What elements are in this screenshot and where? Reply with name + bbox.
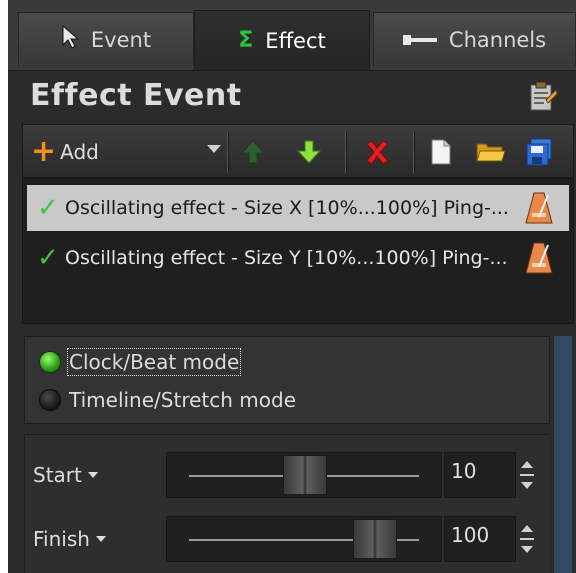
save-disk-icon (526, 138, 552, 166)
add-dropdown-chevron-icon[interactable] (207, 145, 221, 153)
radio-selected-icon (39, 351, 61, 373)
finish-dropdown[interactable]: Finish (33, 527, 106, 551)
add-effect-button[interactable]: + Add (31, 133, 99, 171)
metronome-icon (525, 242, 553, 274)
checkmark-icon: ✓ (37, 193, 59, 223)
effect-label: Oscillating effect - Size X [10%...100%]… (65, 197, 509, 219)
tab-effect[interactable]: Σ Effect (194, 10, 370, 70)
scrollbar[interactable] (554, 336, 572, 573)
effect-label: Oscillating effect - Size Y [10%...100%]… (65, 247, 508, 269)
effect-toolbar: + Add (22, 124, 574, 178)
arrow-up-icon (240, 140, 266, 164)
move-down-button[interactable] (289, 131, 329, 173)
tab-event[interactable]: Event (18, 12, 194, 66)
folder-open-icon (476, 143, 506, 162)
finish-spinner[interactable] (516, 516, 538, 562)
plus-icon: + (31, 134, 57, 169)
save-button[interactable] (519, 131, 559, 173)
start-dropdown[interactable]: Start (33, 463, 98, 487)
checkmark-icon: ✓ (37, 243, 59, 273)
tab-channels-label: Channels (448, 27, 547, 52)
cursor-arrow-icon (61, 24, 80, 54)
tab-event-label: Event (90, 27, 152, 52)
spin-divider (520, 474, 534, 476)
finish-slider[interactable] (166, 516, 442, 562)
clock-beat-mode-radio[interactable]: Clock/Beat mode (39, 347, 242, 377)
toolbar-divider (227, 131, 228, 173)
arrow-down-icon (296, 140, 322, 164)
finish-value-field[interactable]: 100 (444, 516, 516, 562)
chevron-down-icon (95, 536, 106, 542)
metronome-icon (525, 192, 553, 224)
effect-panel: Event Σ Effect Channels Effect Event + A… (8, 0, 576, 573)
new-document-icon (431, 139, 451, 165)
start-value-field[interactable]: 10 (444, 452, 516, 498)
delete-x-icon (366, 140, 389, 165)
spin-divider (520, 538, 534, 540)
tab-channels[interactable]: Channels (373, 12, 576, 66)
channel-plug-icon (402, 29, 437, 51)
list-item[interactable]: ✓ Oscillating effect - Size Y [10%...100… (27, 235, 569, 281)
timeline-stretch-mode-radio[interactable]: Timeline/Stretch mode (39, 385, 296, 415)
tab-effect-label: Effect (265, 28, 326, 53)
range-settings: Start 10 Finish 100 (24, 434, 550, 573)
toolbar-divider (413, 131, 414, 173)
finish-value: 100 (451, 523, 490, 547)
open-button[interactable] (471, 131, 511, 173)
effect-list: ✓ Oscillating effect - Size X [10%...100… (22, 178, 574, 324)
spin-down-icon (521, 482, 533, 489)
sigma-icon: Σ (238, 27, 254, 53)
timeline-stretch-mode-label: Timeline/Stretch mode (69, 388, 296, 412)
delete-effect-button[interactable] (357, 131, 397, 173)
panel-title: Effect Event (30, 78, 242, 113)
clock-beat-mode-label: Clock/Beat mode (66, 348, 242, 376)
list-item[interactable]: ✓ Oscillating effect - Size X [10%...100… (27, 185, 569, 231)
start-slider[interactable] (166, 452, 442, 498)
tab-bar: Event Σ Effect Channels (8, 0, 576, 71)
mode-group: Clock/Beat mode Timeline/Stretch mode (24, 336, 550, 424)
add-label: Add (60, 140, 99, 164)
move-up-button[interactable] (233, 131, 273, 173)
start-label: Start (33, 463, 82, 487)
start-spinner[interactable] (516, 452, 538, 498)
spin-up-icon (521, 525, 533, 532)
new-button[interactable] (421, 131, 461, 173)
chevron-down-icon (87, 472, 98, 478)
radio-unselected-icon (39, 389, 61, 411)
finish-label: Finish (33, 527, 90, 551)
spin-down-icon (521, 546, 533, 553)
toolbar-divider (345, 131, 346, 173)
spin-up-icon (521, 461, 533, 468)
clipboard-icon[interactable] (528, 80, 558, 112)
start-slider-thumb[interactable] (283, 455, 327, 495)
finish-slider-thumb[interactable] (353, 519, 397, 559)
start-value: 10 (451, 459, 477, 483)
